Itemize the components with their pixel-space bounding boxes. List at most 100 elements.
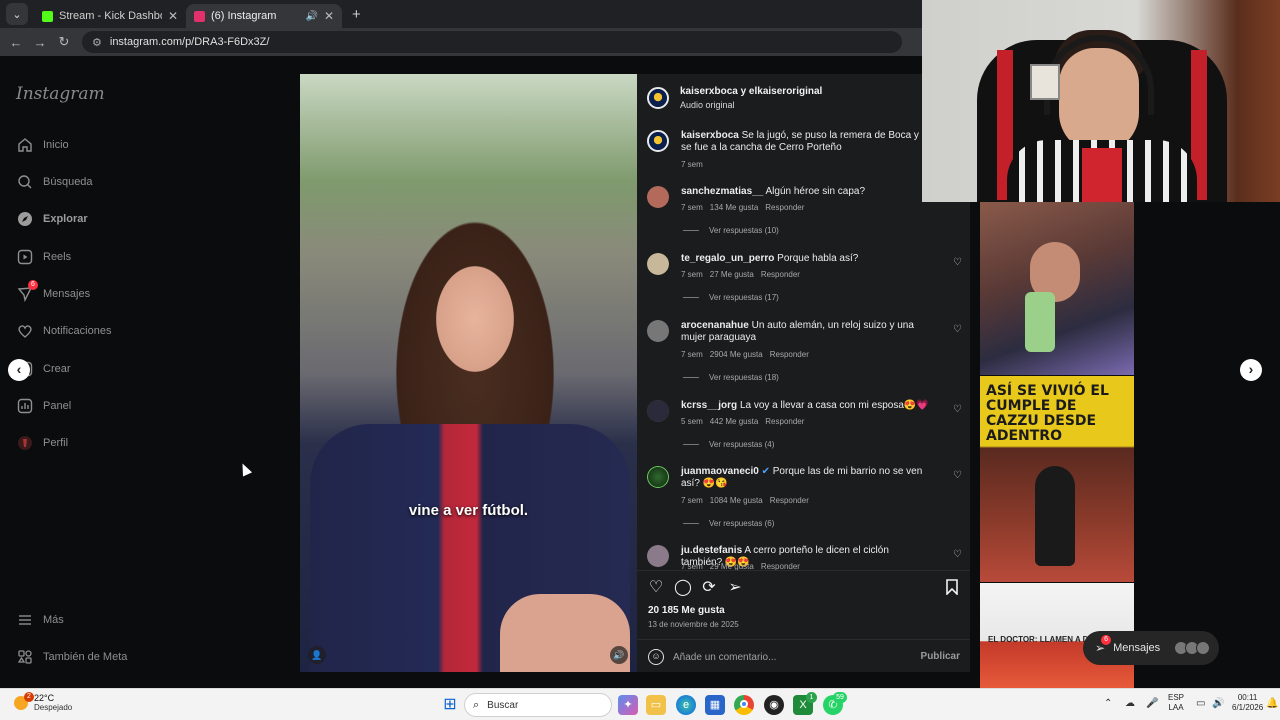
tab-kick[interactable]: Stream - Kick Dashboard ✕ <box>34 4 186 28</box>
back-icon[interactable]: ← <box>4 35 28 50</box>
instagram-logo[interactable]: Instagram <box>16 84 105 104</box>
nav-busqueda[interactable]: Búsqueda <box>16 173 93 190</box>
repost-icon[interactable]: ⟳ <box>700 579 718 597</box>
comment-user[interactable]: sanchezmatias__ <box>681 186 763 197</box>
like-comment-icon[interactable]: ♡ <box>953 324 962 335</box>
reload-icon[interactable]: ↻ <box>52 34 76 50</box>
view-replies[interactable]: Ver respuestas (6) <box>683 519 774 528</box>
comments-list[interactable]: kaiserxboca Se la jugó, se puso la remer… <box>637 126 970 570</box>
likes-count[interactable]: 20 185 Me gusta <box>648 605 725 616</box>
next-post-button[interactable]: › <box>1240 359 1262 381</box>
close-tab-icon[interactable]: ✕ <box>168 9 178 23</box>
display-icon[interactable]: ▭ <box>1196 698 1205 709</box>
comment-avatar[interactable] <box>647 545 669 567</box>
emoji-icon[interactable]: ☺ <box>648 649 664 665</box>
edge-icon[interactable]: e <box>676 695 696 715</box>
post-audio[interactable]: Audio original <box>680 100 735 110</box>
view-replies[interactable]: Ver respuestas (18) <box>683 373 779 382</box>
post-video[interactable]: vine a ver fútbol. 👤 🔊 <box>300 74 637 672</box>
tagged-users-icon[interactable]: 👤 <box>308 646 326 664</box>
store-icon[interactable]: ▦ <box>705 695 725 715</box>
copilot-icon[interactable]: ✦ <box>618 695 638 715</box>
view-replies[interactable]: Ver respuestas (10) <box>683 226 779 235</box>
save-icon[interactable] <box>943 579 961 597</box>
nav-notificaciones[interactable]: Notificaciones <box>16 322 111 339</box>
nav-label: Búsqueda <box>43 175 93 188</box>
comment-likes[interactable]: 27 Me gusta <box>710 270 754 279</box>
obs-icon[interactable]: ◉ <box>764 695 784 715</box>
comment-user[interactable]: te_regalo_un_perro <box>681 253 774 264</box>
reply-button[interactable]: Responder <box>765 203 804 212</box>
site-info-icon[interactable]: ⚙ <box>92 36 102 49</box>
nav-mas[interactable]: Más <box>16 611 64 628</box>
comment-user[interactable]: kaiserxboca <box>681 130 739 141</box>
reply-button[interactable]: Responder <box>770 350 809 359</box>
comment-user[interactable]: kcrss__jorg <box>681 400 737 411</box>
comment-user[interactable]: ju.destefanis <box>681 545 742 556</box>
like-comment-icon[interactable]: ♡ <box>953 257 962 268</box>
comment-avatar[interactable] <box>647 466 669 488</box>
thumbnail-video-1[interactable] <box>980 202 1134 375</box>
close-tab-icon[interactable]: ✕ <box>324 9 334 23</box>
previous-post-button[interactable]: ‹ <box>8 359 30 381</box>
view-replies[interactable]: Ver respuestas (4) <box>683 440 774 449</box>
share-icon[interactable]: ➢ <box>726 579 744 597</box>
comment-user[interactable]: arocenanahue <box>681 320 749 331</box>
tab-instagram[interactable]: (6) Instagram 🔊 ✕ <box>186 4 342 28</box>
weather-widget[interactable]: 2 22°C Despejado <box>14 691 72 712</box>
reply-button[interactable]: Responder <box>770 496 809 505</box>
language-indicator[interactable]: ESP LAA <box>1168 693 1184 713</box>
microphone-icon[interactable]: 🎤 <box>1146 698 1158 709</box>
nav-meta[interactable]: También de Meta <box>16 648 127 665</box>
speaker-icon[interactable]: 🔊 <box>305 11 317 22</box>
reply-button[interactable]: Responder <box>765 417 804 426</box>
comment-input[interactable] <box>673 647 903 667</box>
comment-likes[interactable]: 1084 Me gusta <box>710 496 763 505</box>
tab-search-button[interactable]: ⌄ <box>6 3 28 25</box>
view-replies[interactable]: Ver respuestas (17) <box>683 293 779 302</box>
like-comment-icon[interactable]: ♡ <box>953 470 962 481</box>
comment-avatar[interactable] <box>647 400 669 422</box>
chrome-icon[interactable] <box>734 695 754 715</box>
like-icon[interactable]: ♡ <box>647 579 665 597</box>
nav-explorar[interactable]: Explorar <box>16 210 88 227</box>
notification-bell-icon[interactable]: 🔔 <box>1266 698 1278 709</box>
comment-likes[interactable]: 442 Me gusta <box>710 417 758 426</box>
volume-icon[interactable]: 🔊 <box>1212 698 1224 709</box>
address-bar[interactable]: ⚙ instagram.com/p/DRA3-F6Dx3Z/ <box>82 31 902 53</box>
nav-perfil[interactable]: Perfil <box>16 434 68 451</box>
comment-avatar[interactable] <box>647 253 669 275</box>
volume-icon[interactable]: 🔊 <box>610 646 628 664</box>
publish-button[interactable]: Publicar <box>921 651 960 662</box>
reply-button[interactable]: Responder <box>761 562 800 570</box>
network-icon[interactable]: ☁ <box>1125 698 1135 709</box>
nav-label: Mensajes <box>43 287 91 300</box>
nav-panel[interactable]: Panel <box>16 397 71 414</box>
comment-icon[interactable]: ◯ <box>674 579 692 597</box>
comment-likes[interactable]: 134 Me gusta <box>710 203 758 212</box>
taskbar-search[interactable]: ⌕ Buscar <box>464 693 612 717</box>
windows-start-icon[interactable]: ⊞ <box>440 695 460 715</box>
tray-chevron-icon[interactable]: ⌃ <box>1104 698 1112 709</box>
comment-likes[interactable]: 2904 Me gusta <box>710 350 763 359</box>
file-explorer-icon[interactable]: ▭ <box>646 695 666 715</box>
nav-inicio[interactable]: Inicio <box>16 136 69 153</box>
new-tab-button[interactable]: + <box>352 6 361 23</box>
comment-avatar[interactable] <box>647 186 669 208</box>
comment-likes[interactable]: 29 Me gusta <box>710 562 754 570</box>
like-comment-icon[interactable]: ♡ <box>953 404 962 415</box>
forward-icon[interactable]: → <box>28 35 52 50</box>
post-authors[interactable]: kaiserxboca y elkaiseroriginal <box>680 86 822 97</box>
reply-button[interactable]: Responder <box>761 270 800 279</box>
messages-pill[interactable]: ➢ 6 Mensajes <box>1083 631 1219 665</box>
author-avatar[interactable] <box>647 130 669 152</box>
nav-reels[interactable]: Reels <box>16 248 71 265</box>
author-avatar[interactable] <box>647 87 669 109</box>
clock[interactable]: 00:11 6/1/2026 <box>1232 693 1263 713</box>
comment-avatar[interactable] <box>647 320 669 342</box>
comment-meta: 7 sem 134 Me gusta Responder <box>681 203 811 212</box>
like-comment-icon[interactable]: ♡ <box>953 549 962 560</box>
nav-mensajes[interactable]: 6 Mensajes <box>16 280 91 302</box>
comment-user[interactable]: juanmaovaneci0 <box>681 466 759 477</box>
thumbnail-cazzu[interactable]: ASÍ SE VIVIÓ EL CUMPLE DE CAZZU DESDE AD… <box>980 376 1134 582</box>
